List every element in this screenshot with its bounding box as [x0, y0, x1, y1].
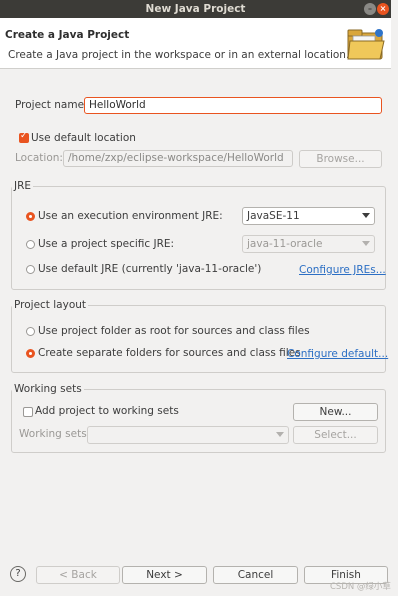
back-button[interactable]: < Back: [36, 566, 120, 584]
title-bar: New Java Project – ×: [0, 0, 391, 18]
folder-icon: [347, 29, 385, 60]
watermark: CSDN @绿小草: [330, 582, 391, 592]
exec-env-radio[interactable]: [26, 212, 35, 221]
window-title: New Java Project: [145, 3, 246, 15]
working-sets-select[interactable]: [87, 426, 289, 444]
add-working-sets-checkbox[interactable]: [23, 407, 33, 417]
select-working-sets-button[interactable]: Select...: [293, 426, 378, 444]
working-sets-group-title: Working sets: [12, 383, 84, 395]
cancel-button[interactable]: Cancel: [213, 566, 298, 584]
next-button[interactable]: Next >: [122, 566, 207, 584]
default-jre-radio[interactable]: [26, 265, 35, 274]
specific-jre-select[interactable]: java-11-oracle: [242, 235, 375, 253]
chevron-down-icon: [362, 241, 370, 246]
exec-env-select[interactable]: JavaSE-11: [242, 207, 375, 225]
specific-jre-radio[interactable]: [26, 240, 35, 249]
project-layout-group-title: Project layout: [12, 299, 89, 311]
use-default-location-checkbox[interactable]: [19, 131, 29, 143]
specific-jre-label: Use a project specific JRE:: [38, 238, 175, 250]
chevron-down-icon: [276, 432, 284, 437]
page-title: Create a Java Project: [5, 29, 130, 41]
chevron-down-icon: [362, 213, 370, 218]
configure-jres-link[interactable]: Configure JREs...: [299, 264, 386, 276]
layout-root-radio[interactable]: [26, 327, 35, 336]
close-icon[interactable]: ×: [377, 3, 389, 15]
project-layout-group: [11, 305, 386, 373]
dialog-window: New Java Project – × Create a Java Proje…: [0, 0, 398, 596]
specific-jre-value: java-11-oracle: [247, 238, 323, 250]
browse-button[interactable]: Browse...: [299, 150, 382, 168]
layout-separate-label: Create separate folders for sources and …: [38, 347, 301, 359]
jre-group-title: JRE: [12, 180, 34, 192]
project-name-label: Project name:: [15, 99, 88, 111]
exec-env-value: JavaSE-11: [247, 210, 300, 222]
layout-root-label: Use project folder as root for sources a…: [38, 325, 310, 337]
location-value: /home/zxp/eclipse-workspace/HelloWorld: [68, 152, 284, 164]
page-description: Create a Java project in the workspace o…: [8, 49, 350, 61]
layout-separate-radio[interactable]: [26, 349, 35, 358]
wizard-header: Create a Java Project Create a Java proj…: [0, 18, 391, 69]
location-field[interactable]: /home/zxp/eclipse-workspace/HelloWorld: [63, 150, 293, 167]
configure-default-link[interactable]: Configure default...: [287, 348, 388, 360]
use-default-location-label: Use default location: [31, 132, 136, 144]
project-name-value: HelloWorld: [89, 99, 146, 111]
add-working-sets-label: Add project to working sets: [35, 405, 179, 417]
project-name-field[interactable]: HelloWorld: [84, 97, 382, 114]
exec-env-label: Use an execution environment JRE:: [38, 210, 223, 222]
minimize-icon[interactable]: –: [364, 3, 376, 15]
new-working-set-button[interactable]: New...: [293, 403, 378, 421]
location-label: Location:: [15, 152, 63, 164]
help-icon[interactable]: ?: [10, 566, 26, 582]
default-jre-label: Use default JRE (currently 'java-11-orac…: [38, 263, 262, 275]
working-sets-label: Working sets:: [19, 428, 91, 440]
